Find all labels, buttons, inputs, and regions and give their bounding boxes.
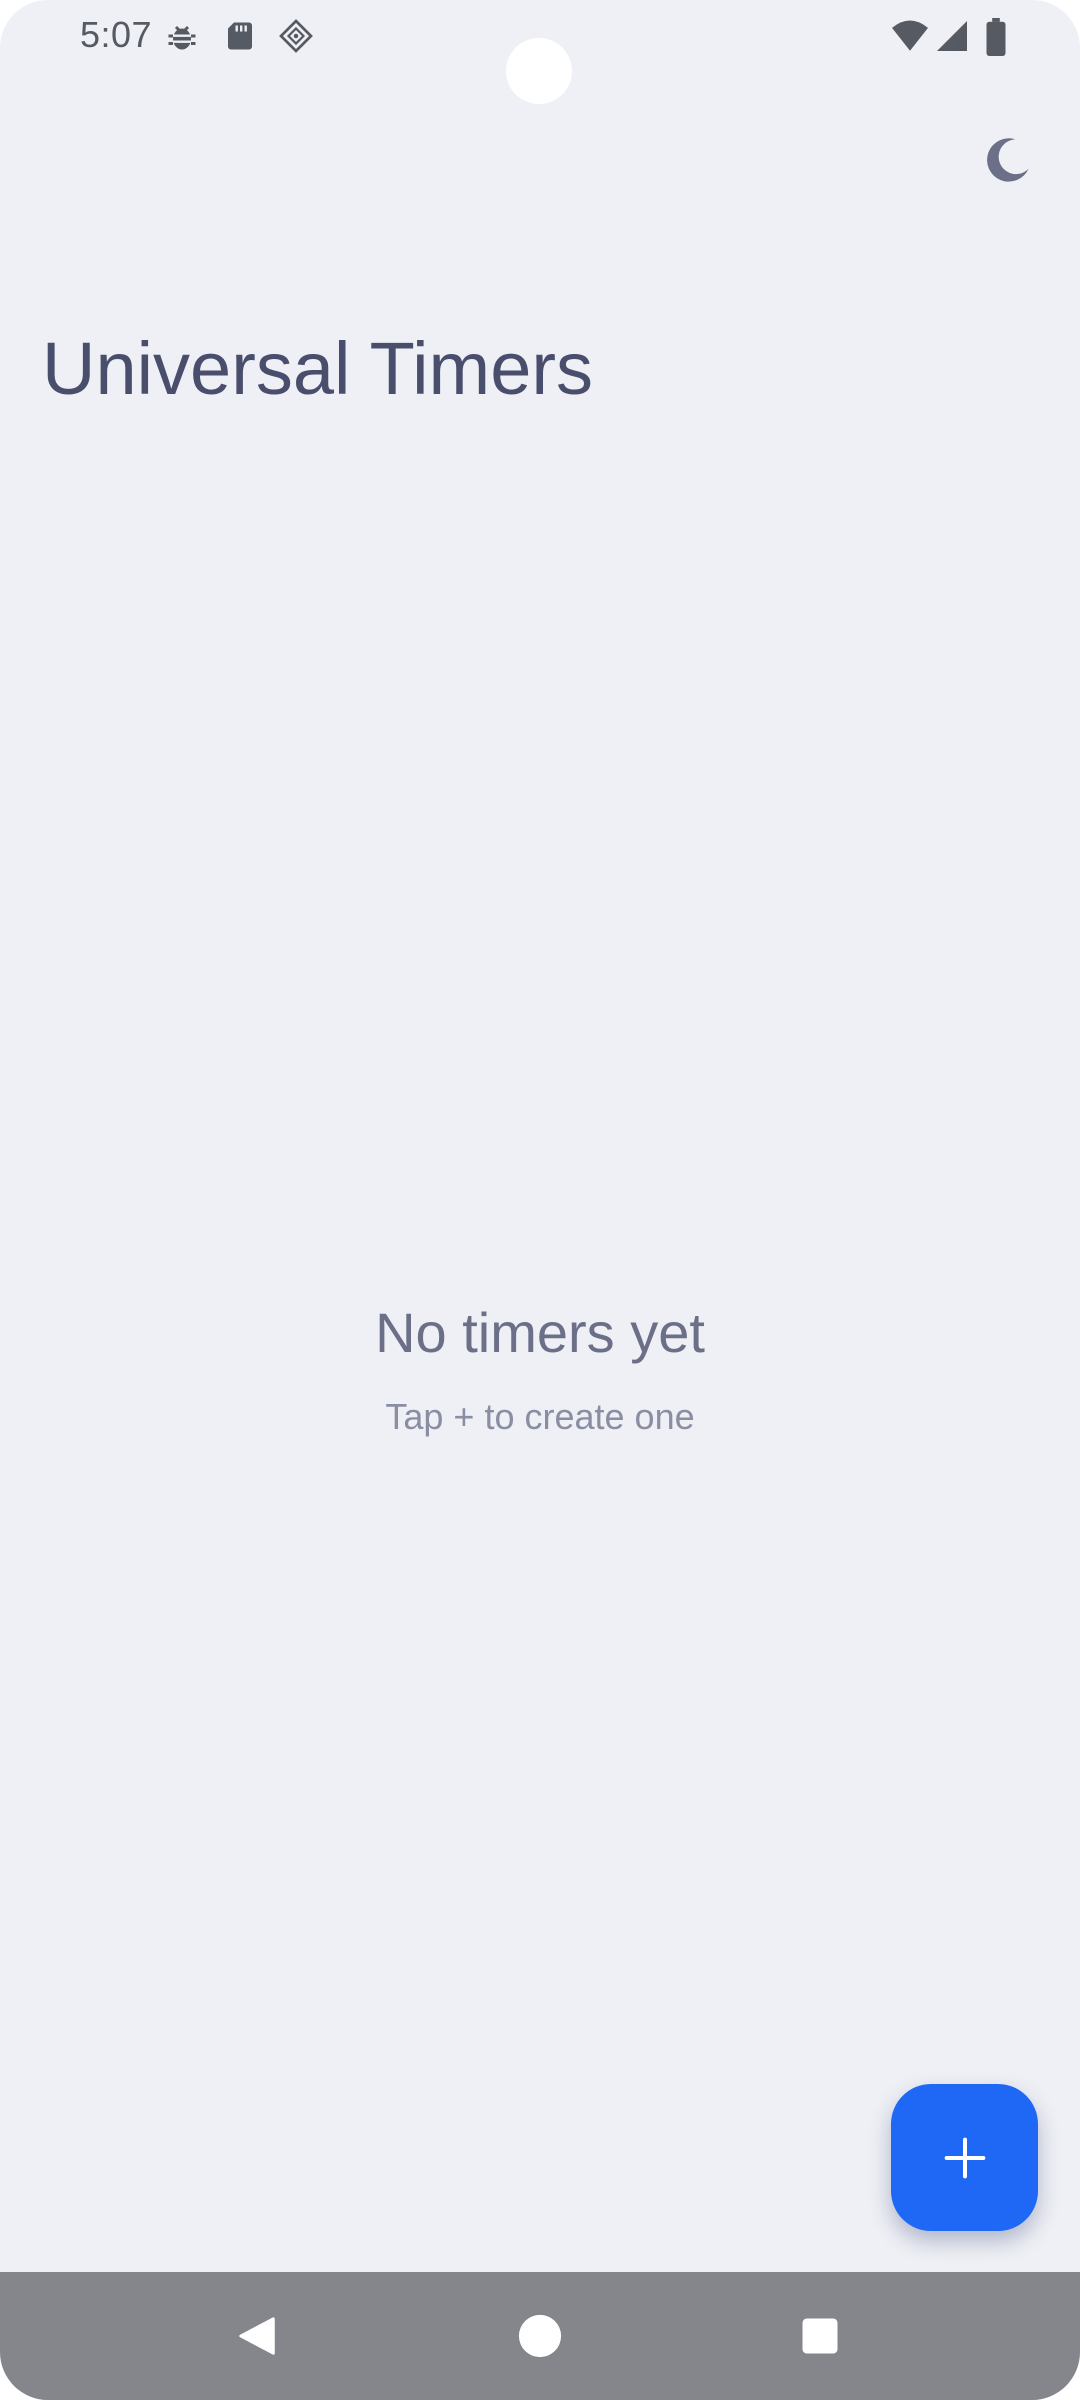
nav-recents-button[interactable] bbox=[750, 2272, 890, 2400]
add-timer-button[interactable] bbox=[891, 2084, 1038, 2231]
wifi-icon bbox=[890, 18, 930, 58]
navigation-bar bbox=[0, 2272, 1080, 2400]
page-title: Universal Timers bbox=[42, 327, 593, 410]
sd-card-icon bbox=[222, 18, 258, 54]
nav-back-button[interactable] bbox=[188, 2272, 328, 2400]
empty-state-title: No timers yet bbox=[375, 1301, 705, 1364]
vpn-diamond-icon bbox=[278, 18, 314, 54]
recents-icon bbox=[802, 2318, 838, 2354]
nav-home-button[interactable] bbox=[470, 2272, 610, 2400]
status-time: 5:07 bbox=[80, 14, 153, 55]
back-icon bbox=[239, 2317, 275, 2355]
app-screen: 5:07 Universal Timers No timers yet Tap … bbox=[0, 0, 1080, 2400]
bug-icon bbox=[164, 18, 200, 54]
home-icon bbox=[518, 2314, 562, 2358]
signal-icon bbox=[934, 18, 970, 54]
camera-cutout bbox=[506, 38, 572, 104]
battery-icon bbox=[984, 18, 1008, 56]
theme-toggle-button[interactable] bbox=[978, 130, 1038, 190]
plus-icon bbox=[944, 2137, 985, 2178]
moon-icon bbox=[987, 138, 1029, 182]
empty-state-subtitle: Tap + to create one bbox=[385, 1396, 695, 1437]
